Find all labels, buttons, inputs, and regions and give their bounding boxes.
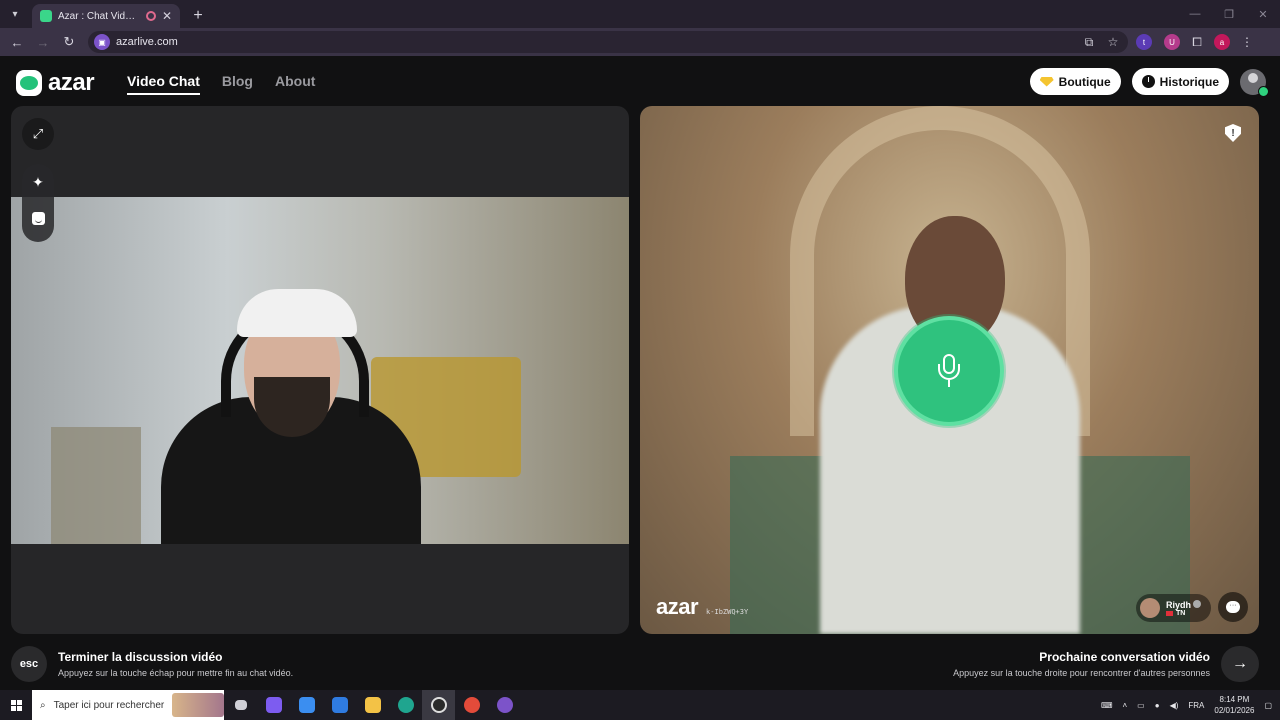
- profile-icon[interactable]: a: [1214, 34, 1230, 50]
- azar-logo[interactable]: azar: [16, 69, 95, 97]
- end-chat-button[interactable]: esc: [11, 646, 47, 682]
- obs-icon[interactable]: [422, 690, 455, 720]
- tab-title: Azar : Chat Vidéo avec de n: [58, 10, 140, 22]
- site-info-icon[interactable]: ▣: [94, 34, 110, 50]
- nav-blog[interactable]: Blog: [222, 73, 253, 95]
- tab-close-icon[interactable]: ✕: [162, 9, 172, 23]
- nav-video-chat[interactable]: Video Chat: [127, 73, 200, 95]
- search-icon: ⌕: [40, 699, 46, 711]
- historique-button[interactable]: Historique: [1131, 68, 1229, 95]
- copilot-icon[interactable]: [257, 690, 290, 720]
- next-chat-title: Prochaine conversation vidéo: [1039, 650, 1210, 664]
- face-icon: [31, 211, 45, 225]
- restore-icon[interactable]: ❐: [1212, 0, 1246, 28]
- end-chat-subtitle: Appuyez sur la touche échap pour mettre …: [58, 668, 294, 678]
- system-tray: ⌨ ˄ ▭ ● ◀) FRA 8:14 PM 02/01/2026 ▢: [1101, 694, 1280, 716]
- watermark-logo: azar: [656, 594, 699, 619]
- language-indicator[interactable]: FRA: [1188, 701, 1204, 710]
- user-avatar[interactable]: [1240, 68, 1269, 97]
- peer-name: Riydh: [1165, 599, 1191, 610]
- forward-icon[interactable]: →: [32, 31, 54, 53]
- back-icon[interactable]: ←: [6, 31, 28, 53]
- address-bar[interactable]: ▣ azarlive.com ⧉ ☆: [88, 31, 1128, 53]
- microphone-button[interactable]: [894, 316, 1004, 426]
- close-window-icon[interactable]: ✕: [1246, 0, 1280, 28]
- next-chat-hint: Prochaine conversation vidéo Appuyez sur…: [953, 650, 1210, 678]
- expand-icon[interactable]: ⤢: [22, 118, 54, 150]
- session-id: k-IbZWQ+3Y: [706, 608, 749, 616]
- browser-tabbar: ▾ Azar : Chat Vidéo avec de n ✕ + — ❐ ✕: [0, 0, 1280, 28]
- effects-toolbar: ✦: [22, 164, 54, 242]
- file-explorer-icon[interactable]: [356, 690, 389, 720]
- browser-tab[interactable]: Azar : Chat Vidéo avec de n ✕: [32, 4, 180, 28]
- extensions-puzzle-icon[interactable]: ⧠: [1188, 35, 1206, 50]
- url-text[interactable]: azarlive.com: [116, 36, 1074, 48]
- peer-badge[interactable]: Riydh TN: [1135, 594, 1211, 622]
- mail-icon[interactable]: [323, 690, 356, 720]
- extension-t-icon[interactable]: t: [1136, 34, 1152, 50]
- azar-favicon-icon: [40, 10, 52, 22]
- report-shield-icon[interactable]: !: [1225, 124, 1241, 142]
- historique-label: Historique: [1159, 74, 1219, 89]
- taskbar-search[interactable]: ⌕ Taper ici pour rechercher: [32, 690, 224, 720]
- browser-toolbar: ← → ↻ ▣ azarlive.com ⧉ ☆ t U ⧠ a ⋮: [0, 28, 1280, 56]
- search-placeholder: Taper ici pour rechercher: [53, 699, 165, 711]
- azar-watermark: azar k-IbZWQ+3Y: [656, 594, 748, 620]
- header-actions: Boutique Historique: [1029, 68, 1269, 97]
- date: 02/01/2026: [1214, 706, 1255, 715]
- end-chat-title: Terminer la discussion vidéo: [58, 650, 223, 664]
- chrome-profile-icon[interactable]: [488, 690, 521, 720]
- gem-icon: [1039, 76, 1054, 87]
- end-chat-hint: Terminer la discussion vidéo Appuyez sur…: [58, 650, 293, 678]
- chat-button[interactable]: ···: [1218, 592, 1248, 622]
- azar-page: azar Video Chat Blog About Boutique Hist…: [0, 56, 1280, 690]
- clock[interactable]: 8:14 PM 02/01/2026: [1214, 694, 1254, 716]
- minimize-icon[interactable]: —: [1178, 0, 1212, 28]
- nav-about[interactable]: About: [275, 73, 315, 95]
- new-tab-button[interactable]: +: [186, 4, 210, 28]
- main-nav: Video Chat Blog About: [127, 73, 315, 95]
- next-chat-button[interactable]: →: [1221, 646, 1259, 682]
- boutique-button[interactable]: Boutique: [1029, 68, 1121, 95]
- windows-taskbar: ⌕ Taper ici pour rechercher ⌨ ˄ ▭ ● ◀) F…: [0, 690, 1280, 720]
- search-highlight-image: [172, 693, 224, 717]
- azar-logo-icon: [16, 70, 42, 96]
- window-controls: — ❐ ✕: [1178, 0, 1280, 28]
- bookmark-star-icon[interactable]: ☆: [1104, 35, 1122, 49]
- next-chat-subtitle: Appuyez sur la touche droite pour rencon…: [953, 668, 1210, 678]
- tray-overflow-icon[interactable]: ˄: [1122, 701, 1127, 710]
- task-view-icon[interactable]: [224, 690, 257, 720]
- verified-icon: [1193, 599, 1201, 608]
- time: 8:14 PM: [1219, 695, 1250, 704]
- volume-icon[interactable]: ◀): [1170, 701, 1179, 710]
- boutique-label: Boutique: [1058, 74, 1111, 89]
- keyboard-icon[interactable]: ⌨: [1101, 701, 1113, 710]
- flag-icon: [1165, 610, 1173, 616]
- extension-u-icon[interactable]: U: [1164, 34, 1180, 50]
- browser-menu-icon[interactable]: ⋮: [1238, 35, 1256, 49]
- start-button[interactable]: [0, 699, 32, 711]
- face-filter-button[interactable]: [22, 200, 54, 236]
- recording-indicator-icon: [145, 11, 156, 21]
- sparkle-effects-icon[interactable]: ✦: [22, 164, 54, 200]
- clock-icon: [1141, 75, 1155, 88]
- logo-text: azar: [48, 69, 95, 96]
- network-icon[interactable]: ▭: [1137, 701, 1145, 710]
- install-app-icon[interactable]: ⧉: [1080, 35, 1098, 50]
- reload-icon[interactable]: ↻: [58, 31, 80, 53]
- local-video-panel: ⤢ ✦: [11, 106, 629, 634]
- mic-tray-icon[interactable]: ●: [1155, 701, 1160, 710]
- peer-country: TN: [1175, 609, 1186, 617]
- edge-icon[interactable]: [389, 690, 422, 720]
- notifications-icon[interactable]: ▢: [1264, 701, 1272, 710]
- microphone-icon: [938, 354, 960, 388]
- store-icon[interactable]: [290, 690, 323, 720]
- local-camera-feed: [11, 197, 629, 544]
- tab-search-icon[interactable]: ▾: [4, 3, 26, 25]
- chat-bubble-icon: ···: [1226, 601, 1240, 613]
- windows-logo-icon: [10, 699, 22, 711]
- peer-avatar: [1139, 598, 1160, 618]
- chrome-icon[interactable]: [455, 690, 488, 720]
- remote-video-panel: ! azar k-IbZWQ+3Y Riydh TN ···: [640, 106, 1259, 634]
